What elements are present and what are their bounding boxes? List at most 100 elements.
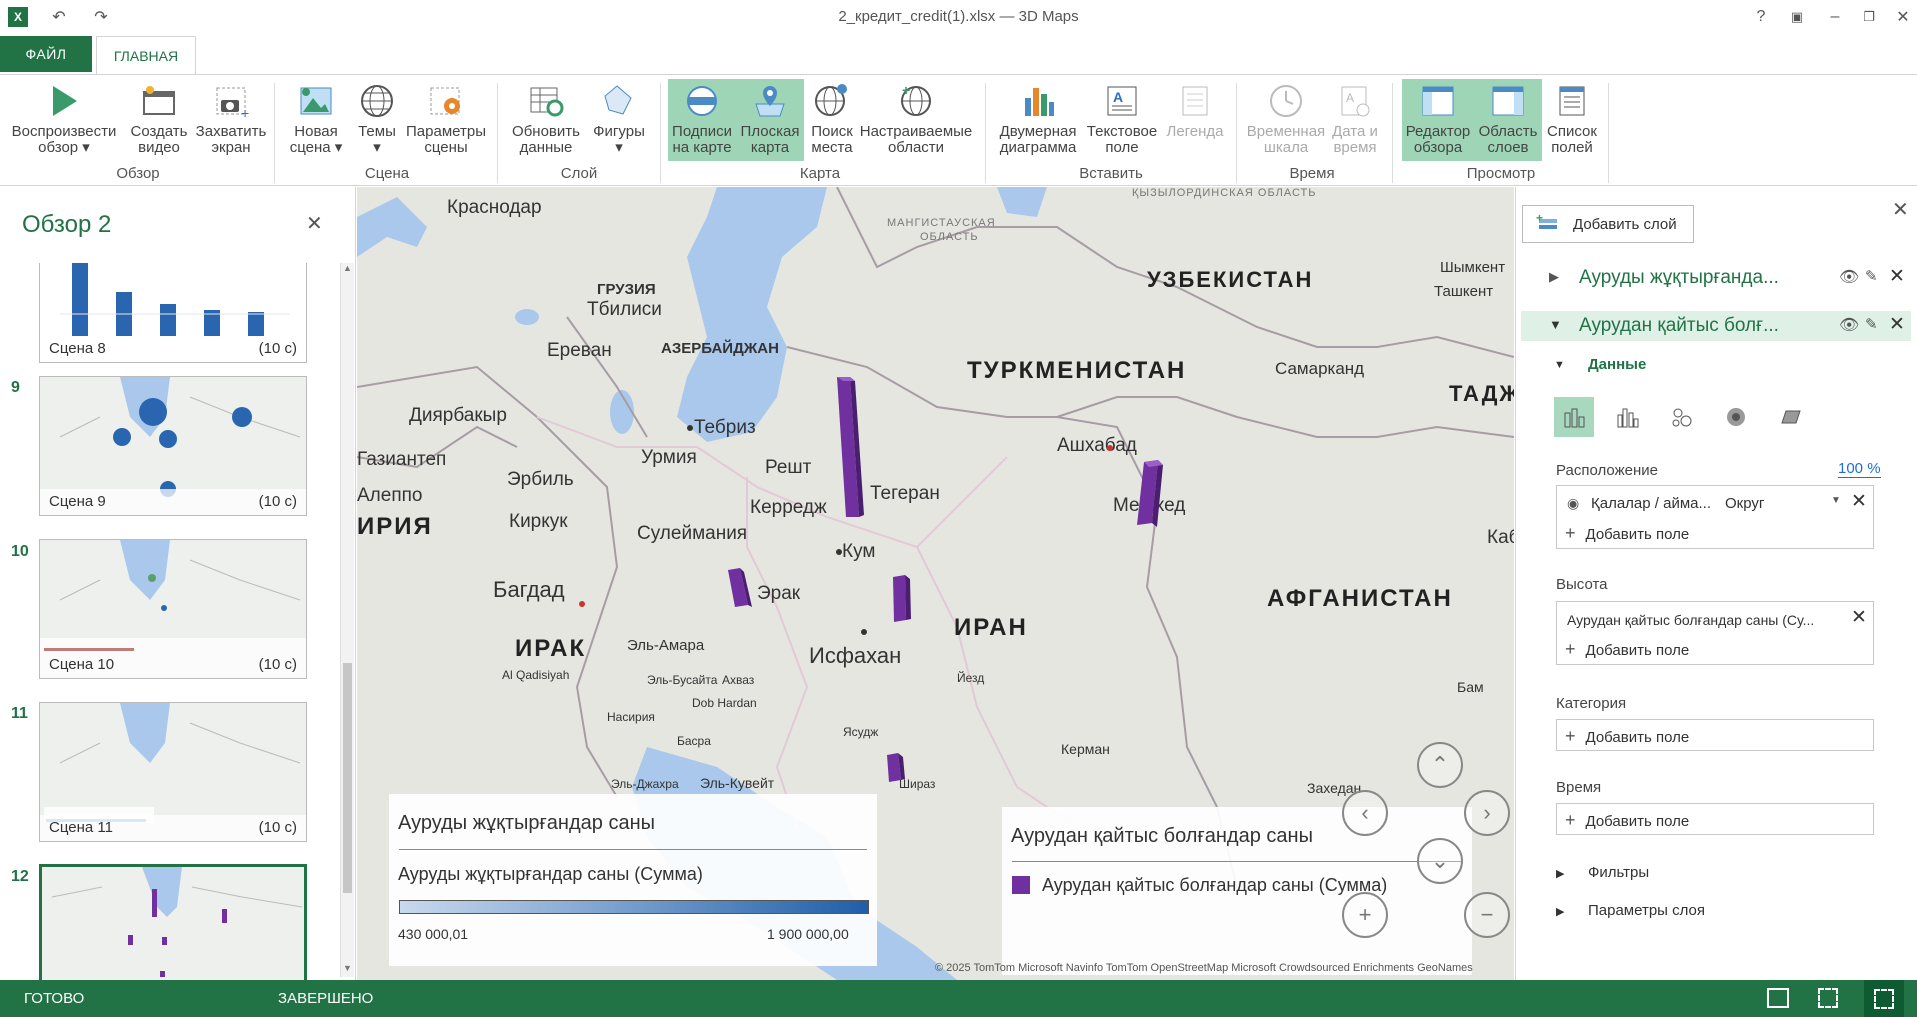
- play-tour-button[interactable]: Воспроизвести обзор ▾: [10, 79, 118, 161]
- column-erak[interactable]: [728, 568, 752, 607]
- add-time-field[interactable]: + Добавить поле: [1565, 810, 1689, 831]
- scroll-up-icon[interactable]: ▲: [341, 263, 354, 277]
- ribbon-display-options-icon[interactable]: ▣: [1786, 6, 1808, 28]
- stacked-column-viz-button[interactable]: [1554, 397, 1594, 437]
- scene-card-12-selected[interactable]: [39, 864, 307, 980]
- map-labels-label: Подписи: [672, 123, 732, 140]
- expand-icon[interactable]: ▶: [1549, 269, 1559, 285]
- custom-regions-button[interactable]: + Настраиваемые области: [860, 79, 973, 161]
- new-scene-button[interactable]: Новая сцена ▾: [288, 79, 344, 161]
- window-title: 2_кредит_credit(1).xlsx — 3D Maps: [838, 8, 1079, 25]
- normal-view-icon[interactable]: [1767, 988, 1789, 1008]
- filters-expand-icon[interactable]: ▶: [1556, 867, 1564, 880]
- ribbon-separator: [274, 83, 275, 183]
- scene-card-9[interactable]: Сцена 9 (10 с): [39, 376, 307, 516]
- column-tehran[interactable]: [837, 377, 864, 517]
- date-time-button[interactable]: A Дата и время: [1330, 79, 1380, 161]
- flat-map-button[interactable]: Плоская карта: [736, 79, 804, 161]
- legend-infected[interactable]: Ауруды жұқтырғандар саны Ауруды жұқтырға…: [389, 794, 877, 966]
- zoom-in-button[interactable]: +: [1342, 892, 1388, 938]
- visibility-eye-icon[interactable]: 👁: [1839, 267, 1859, 287]
- new-scene-label2: сцена ▾: [289, 139, 343, 156]
- layer-item-deaths[interactable]: ▼ Аурудан қайтыс болғ... 👁 ✎ ✕: [1521, 311, 1911, 341]
- field-list-button[interactable]: Список полей: [1544, 79, 1600, 161]
- remove-field-icon[interactable]: ✕: [1851, 490, 1867, 513]
- column-isfahan[interactable]: [893, 575, 911, 622]
- zoom-out-button[interactable]: −: [1464, 892, 1510, 938]
- legend-divider: [399, 849, 867, 850]
- fullscreen-view-icon[interactable]: [1864, 980, 1904, 1017]
- layer-options-expand-icon[interactable]: ▶: [1556, 905, 1564, 918]
- tour-editor-button[interactable]: Редактор обзора: [1402, 79, 1474, 161]
- layer-item-infected[interactable]: ▶ Ауруды жұқтырғанда... 👁 ✎ ✕: [1521, 265, 1911, 293]
- edit-pencil-icon[interactable]: ✎: [1865, 315, 1878, 333]
- find-place-button[interactable]: Поиск места: [806, 79, 858, 161]
- region-viz-button[interactable]: [1770, 397, 1810, 437]
- map-viewport[interactable]: Краснодар МАНГИСТАУСКАЯ ОБЛАСТЬ ҚЫЗЫЛОРД…: [357, 187, 1514, 980]
- shapes-button[interactable]: Фигуры ▾: [588, 79, 650, 161]
- selection-view-icon[interactable]: [1818, 988, 1838, 1008]
- minimize-button[interactable]: –: [1824, 6, 1846, 28]
- map-labels-button[interactable]: Подписи на карте: [668, 79, 736, 161]
- map-copyright: © 2025 TomTom Microsoft Navinfo TomTom O…: [935, 962, 1473, 974]
- 2d-chart-button[interactable]: Двумерная диаграмма: [996, 79, 1080, 161]
- scene-duration: (10 с): [258, 340, 297, 357]
- radio-icon[interactable]: ◉: [1567, 495, 1579, 512]
- scene-duration: (10 с): [258, 656, 297, 673]
- location-type-value[interactable]: Округ: [1725, 495, 1764, 512]
- delete-layer-icon[interactable]: ✕: [1889, 313, 1905, 336]
- delete-layer-icon[interactable]: ✕: [1889, 265, 1905, 288]
- scene-params-button[interactable]: Параметры сцены: [406, 79, 486, 161]
- legend-button[interactable]: Легенда: [1164, 79, 1226, 161]
- add-location-field[interactable]: + Добавить поле: [1565, 523, 1689, 544]
- height-field-name[interactable]: Аурудан қайтыс болғандар саны (Су...: [1567, 612, 1814, 628]
- rotate-right-button[interactable]: ›: [1464, 790, 1510, 836]
- scene-card-11[interactable]: Сцена 11 (10 с): [39, 702, 307, 842]
- add-height-field[interactable]: + Добавить поле: [1565, 639, 1689, 660]
- restore-button[interactable]: ❐: [1858, 6, 1880, 28]
- collapse-icon[interactable]: ▼: [1549, 317, 1562, 332]
- tilt-down-button[interactable]: ⌄: [1417, 838, 1463, 884]
- layers-pane-button[interactable]: Область слоев: [1474, 79, 1542, 161]
- tab-home[interactable]: ГЛАВНАЯ: [96, 36, 196, 74]
- scroll-thumb[interactable]: [343, 663, 352, 893]
- heatmap-viz-button[interactable]: [1716, 397, 1756, 437]
- tab-file[interactable]: ФАЙЛ: [0, 36, 92, 72]
- clustered-column-viz-button[interactable]: [1608, 397, 1648, 437]
- location-confidence-link[interactable]: 100 %: [1838, 460, 1881, 478]
- themes-button[interactable]: Темы ▾: [352, 79, 402, 161]
- capture-screen-button[interactable]: + Захватить экран: [196, 79, 266, 161]
- tour-scrollbar[interactable]: ▲ ▼: [340, 263, 354, 977]
- scroll-down-icon[interactable]: ▼: [341, 963, 354, 977]
- column-mashhad[interactable]: [1137, 460, 1163, 527]
- create-video-button[interactable]: Создать видео: [126, 79, 192, 161]
- location-type-dropdown-icon[interactable]: ▼: [1831, 495, 1841, 506]
- scene-card-8[interactable]: Сцена 8 (10 с): [39, 263, 307, 363]
- add-category-field[interactable]: + Добавить поле: [1565, 726, 1689, 747]
- tilt-up-button[interactable]: ⌃: [1417, 742, 1463, 788]
- timeline-button[interactable]: Временная шкала: [1244, 79, 1328, 161]
- scene-card-10[interactable]: Сцена 10 (10 с): [39, 539, 307, 679]
- refresh-data-button[interactable]: Обновить данные: [508, 79, 584, 161]
- layer-options-section[interactable]: Параметры слоя: [1588, 902, 1705, 919]
- legend-divider: [1012, 861, 1462, 862]
- filters-section[interactable]: Фильтры: [1588, 864, 1649, 881]
- legend-deaths[interactable]: Аурудан қайтыс болғандар саны Аурудан қа…: [1002, 807, 1472, 975]
- remove-field-icon[interactable]: ✕: [1851, 606, 1867, 629]
- rotate-left-button[interactable]: ‹: [1342, 790, 1388, 836]
- data-section-title[interactable]: Данные: [1588, 356, 1646, 373]
- visibility-eye-icon[interactable]: 👁: [1839, 315, 1859, 335]
- close-layer-pane-icon[interactable]: ✕: [1892, 197, 1909, 222]
- add-layer-button[interactable]: + Добавить слой: [1522, 205, 1694, 243]
- close-tour-pane-icon[interactable]: ✕: [306, 211, 323, 236]
- close-window-button[interactable]: ✕: [1892, 6, 1914, 28]
- bubble-viz-button[interactable]: [1662, 397, 1702, 437]
- data-section-toggle-icon[interactable]: ▼: [1554, 359, 1565, 371]
- edit-pencil-icon[interactable]: ✎: [1865, 267, 1878, 285]
- help-button[interactable]: ?: [1750, 6, 1772, 28]
- tour-editor-icon: [1418, 81, 1458, 121]
- column-shiraz[interactable]: [887, 753, 905, 782]
- text-box-button[interactable]: A Текстовое поле: [1084, 79, 1160, 161]
- video-icon: [139, 81, 179, 121]
- play-tour-label2: обзор ▾: [38, 139, 90, 156]
